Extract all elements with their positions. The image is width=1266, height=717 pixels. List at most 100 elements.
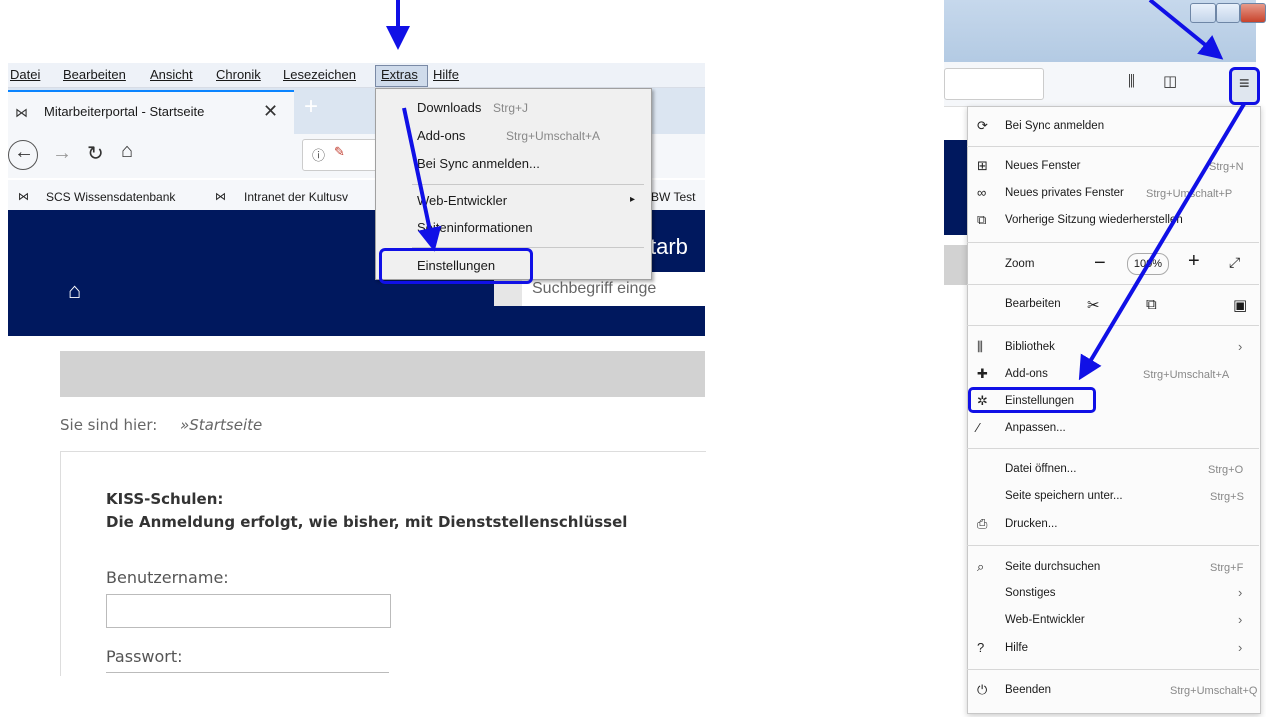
tab-close-icon[interactable]: ✕ [263,101,278,122]
accel-addons: Strg+Umschalt+A [1143,369,1230,381]
page-strip-fragment [944,245,969,285]
home-icon[interactable]: ⌂ [68,278,81,304]
back-arrow-icon: ← [14,141,34,163]
library-icon: ⫼ [977,339,983,354]
menu-item-sync[interactable]: Bei Sync anmelden... [417,156,540,171]
menu-ansicht[interactable]: Ansicht [150,67,193,82]
menu-item-private-window[interactable]: Neues privates Fenster [1005,187,1124,199]
accel-save-page: Strg+S [1210,491,1244,503]
menu-item-more[interactable]: Sonstiges [1005,587,1056,599]
menu-item-sync[interactable]: Bei Sync anmelden [1005,120,1104,132]
password-label: Passwort: [106,647,183,666]
menu-item-quit[interactable]: Beenden [1005,684,1051,696]
zoom-out-button[interactable]: − [1094,252,1106,275]
menu-hilfe[interactable]: Hilfe [433,67,459,82]
zoom-reset-button[interactable]: 100% [1127,253,1169,275]
separator [967,146,1259,147]
search-placeholder: Suchbegriff einge [532,280,657,297]
minimize-button[interactable] [1190,3,1216,23]
insecure-lock-icon: ✎ [334,144,345,159]
password-field[interactable] [106,672,389,674]
menu-item-customize[interactable]: Anpassen... [1005,422,1066,434]
chevron-right-icon: › [1238,612,1243,627]
restore-button[interactable] [1216,3,1240,23]
private-mask-icon: ∞ [977,185,987,200]
menu-item-open-file[interactable]: Datei öffnen... [1005,463,1076,475]
submenu-arrow-icon: ▸ [630,194,636,205]
fullscreen-icon[interactable]: ⤢ [1229,254,1240,271]
separator [412,184,644,185]
bookmark-logo-icon: ⋈ [18,191,29,203]
sidebar-icon[interactable]: ◫ [1163,72,1177,90]
notice-title: KISS-Schulen: [106,490,224,508]
nav-strip [60,351,705,397]
url-bar[interactable] [944,68,1044,100]
menu-bearbeiten[interactable]: Bearbeiten [63,67,126,82]
menu-lesezeichen[interactable]: Lesezeichen [283,67,356,82]
forward-arrow-icon[interactable]: → [52,142,72,165]
menu-item-find[interactable]: Seite durchsuchen [1005,561,1100,573]
page-header-fragment [944,140,969,235]
puzzle-icon: ✚ [977,366,988,381]
home-icon[interactable]: ⌂ [121,140,133,163]
menu-item-new-window[interactable]: Neues Fenster [1005,160,1080,172]
library-icon[interactable]: ⫼ [1128,73,1135,90]
accel-quit: Strg+Umschalt+Q [1170,685,1258,697]
restore-session-icon: ⧉ [977,212,987,227]
menu-item-page-info[interactable]: Seiteninformationen [417,220,533,235]
separator [967,448,1259,449]
menu-item-web-developer[interactable]: Web-Entwickler [417,193,507,208]
menu-chronik[interactable]: Chronik [216,67,261,82]
new-tab-button[interactable]: + [304,93,318,121]
accel-private-window: Strg+Umschalt+P [1146,188,1233,200]
bookmark-scs[interactable]: SCS Wissensdatenbank [46,190,175,204]
info-icon[interactable]: ⓘ [312,145,325,164]
site-title: tarb [650,234,688,259]
menu-item-addons[interactable]: Add-ons [417,128,465,143]
breadcrumb-label: Sie sind hier: [60,416,158,434]
cut-icon[interactable]: ✂ [1087,296,1100,314]
menu-item-print[interactable]: Drucken... [1005,518,1057,530]
brush-icon: ⁄ [977,420,980,435]
separator [967,545,1259,546]
username-field[interactable] [106,594,391,628]
menu-item-web-developer[interactable]: Web-Entwickler [1005,614,1085,626]
notice-text: Die Anmeldung erfolgt, wie bisher, mit D… [106,513,628,531]
bookmark-logo-icon: ⋈ [215,191,226,203]
chevron-right-icon: › [1238,640,1243,655]
tab-title: Mitarbeiterportal - Startseite [44,104,205,119]
hamburger-icon: ≡ [1239,73,1250,93]
separator [967,242,1259,243]
reload-icon[interactable]: ↻ [87,141,104,166]
accel-open-file: Strg+O [1208,464,1244,476]
chevron-right-icon: › [1238,339,1243,354]
menu-datei[interactable]: Datei [10,67,40,82]
username-label: Benutzername: [106,568,229,587]
sync-icon: ⟳ [977,118,988,133]
bookmark-intranet[interactable]: Intranet der Kultusv [244,190,348,204]
power-icon: ⏻ [977,682,988,697]
close-window-button[interactable] [1240,3,1266,23]
accel-downloads: Strg+J [493,101,529,115]
login-box [60,451,706,676]
chevron-right-icon: › [1238,585,1243,600]
separator [967,669,1259,670]
separator [967,284,1259,285]
menu-extras[interactable]: Extras [381,67,418,82]
search-icon: ⌕ [977,559,985,574]
menu-item-library[interactable]: Bibliothek [1005,341,1055,353]
menu-item-save-page[interactable]: Seite speichern unter... [1005,490,1123,502]
menu-item-addons[interactable]: Add-ons [1005,368,1048,380]
menu-item-downloads[interactable]: Downloads [417,100,481,115]
new-window-icon: ⊞ [977,158,988,173]
menu-item-restore-session[interactable]: Vorherige Sitzung wiederherstellen [1005,214,1183,226]
accel-new-window: Strg+N [1209,161,1244,173]
zoom-in-button[interactable]: + [1188,250,1200,273]
highlight-box [968,387,1096,413]
bookmark-bw-test[interactable]: BW Test [651,190,695,204]
breadcrumb-link[interactable]: »Startseite [180,416,262,434]
copy-icon[interactable]: ⧉ [1146,296,1157,313]
help-icon: ? [977,640,985,655]
menu-item-help[interactable]: Hilfe [1005,642,1028,654]
paste-icon[interactable]: ▣ [1233,296,1247,314]
